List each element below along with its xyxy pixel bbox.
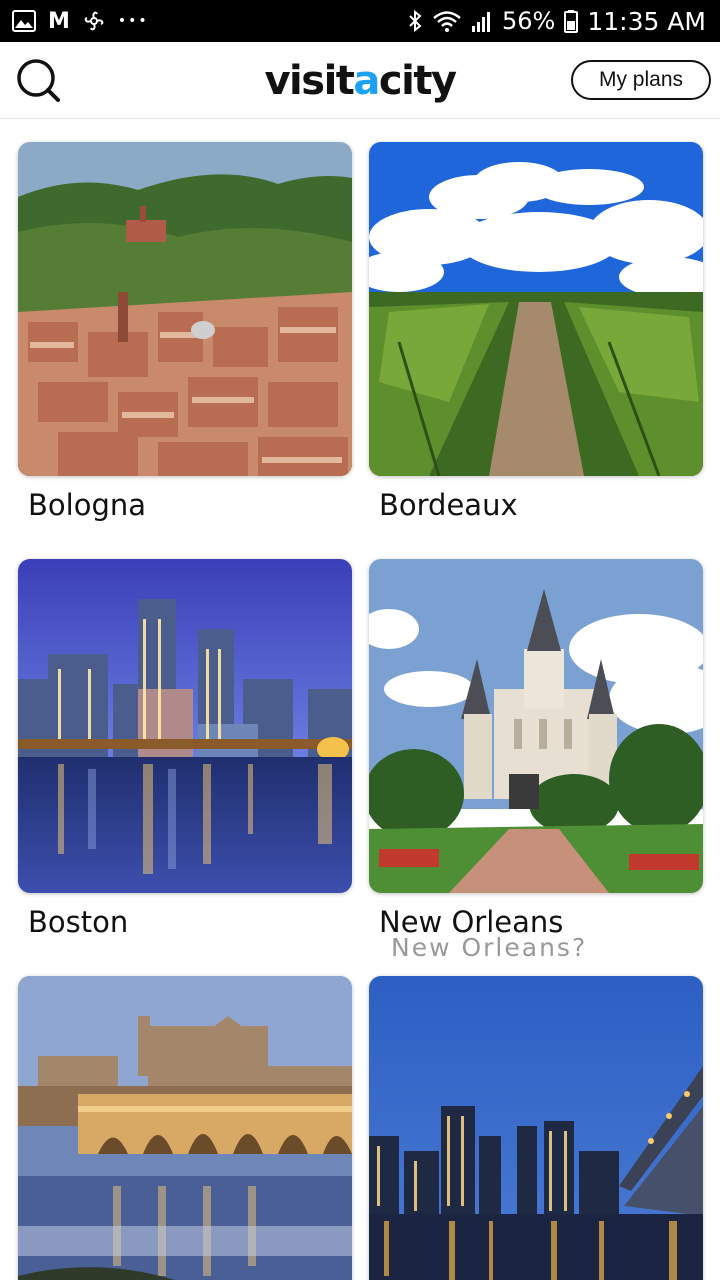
city-card-bordeaux[interactable]: Bordeaux <box>369 142 703 522</box>
image-icon <box>12 10 36 32</box>
logo-text-visit: visit <box>264 58 354 104</box>
my-plans-button[interactable]: My plans <box>571 60 711 100</box>
battery-percent: 56% <box>501 7 556 35</box>
signal-icon <box>471 12 490 32</box>
city-card-boston[interactable]: Boston <box>18 559 352 939</box>
logo-text-a: a <box>353 58 380 104</box>
city-name: Bordeaux <box>379 488 518 522</box>
overlay-caption: New Orleans? <box>391 933 588 962</box>
bordeaux-image <box>369 142 703 476</box>
pinwheel-icon <box>84 11 104 31</box>
wifi-icon <box>433 11 461 32</box>
bridge-city-image <box>18 976 352 1280</box>
city-card-6[interactable] <box>369 976 703 1280</box>
city-grid: Bologna Bordeaux Boston New Orleans New … <box>0 119 720 1280</box>
bologna-image <box>18 142 352 476</box>
bluetooth-icon <box>409 9 422 33</box>
clock: 11:35 AM <box>587 6 706 36</box>
city-name: Boston <box>28 905 129 939</box>
city-card-5[interactable] <box>18 976 352 1280</box>
logo-text-city: city <box>378 58 457 104</box>
city-card-bologna[interactable]: Bologna <box>18 142 352 522</box>
boston-image <box>18 559 352 893</box>
more-dots-icon: ••• <box>117 13 149 29</box>
status-bar: M ••• 56% 11:35 AM <box>0 0 720 42</box>
gmail-icon: M <box>48 8 70 34</box>
app-header: visitacity My plans <box>0 42 720 119</box>
battery-icon <box>564 10 579 33</box>
city-name: Bologna <box>28 488 146 522</box>
skyline-city-image <box>369 976 703 1280</box>
city-card-new-orleans[interactable]: New Orleans New Orleans? <box>369 559 703 962</box>
new-orleans-image <box>369 559 703 893</box>
